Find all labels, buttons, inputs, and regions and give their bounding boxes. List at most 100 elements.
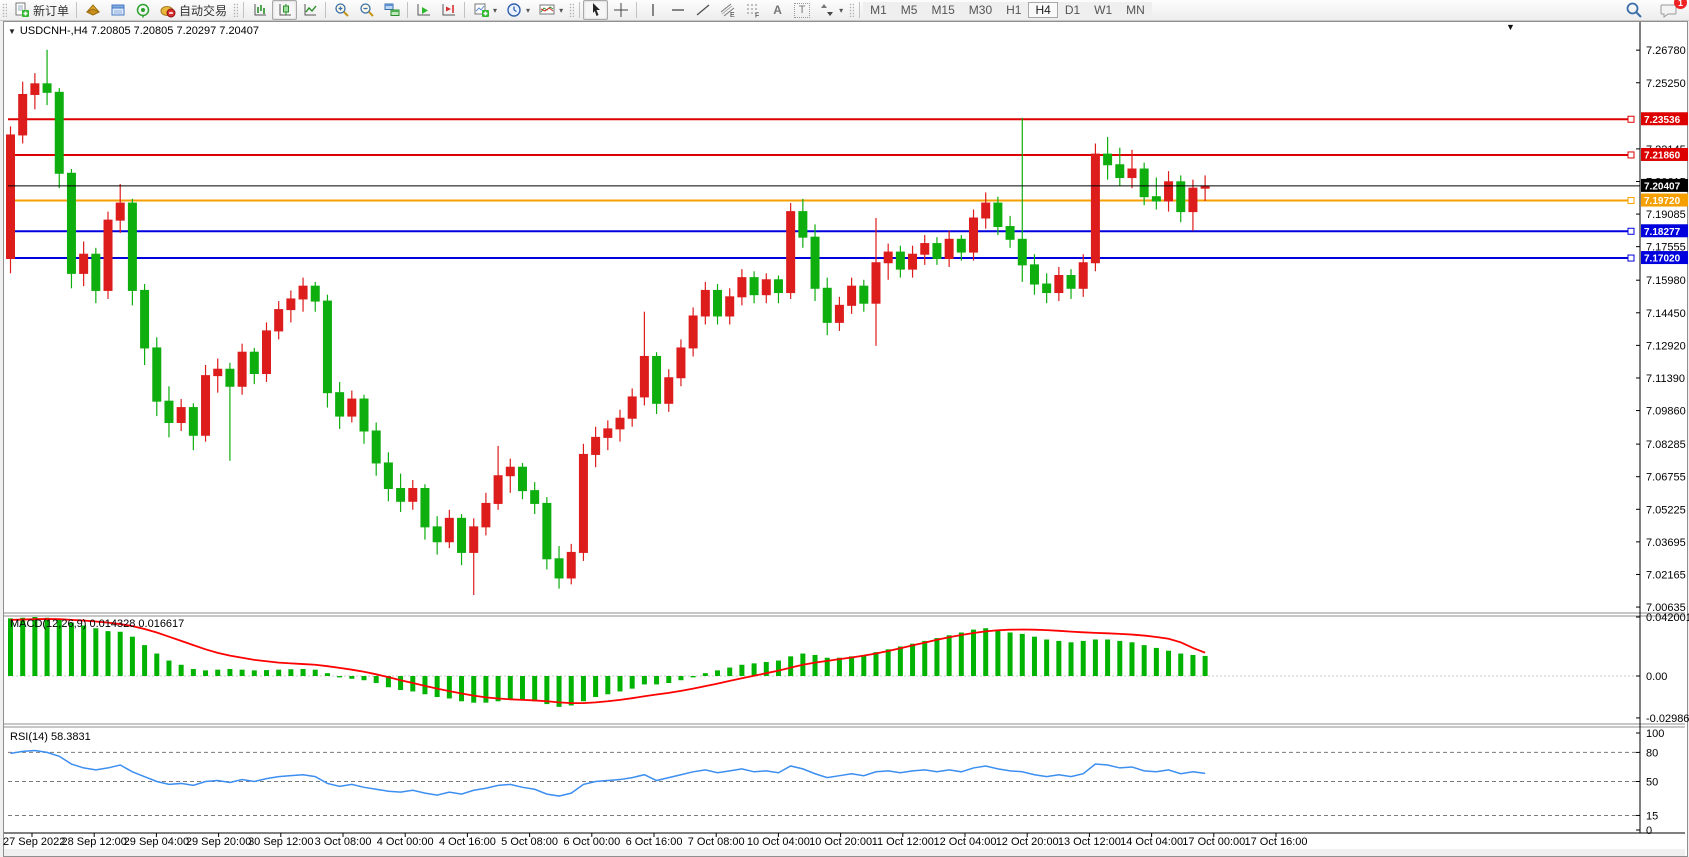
- svg-text:7.03695: 7.03695: [1646, 537, 1686, 549]
- fibonacci-tool-button[interactable]: F: [740, 0, 765, 20]
- text-label-tool-button[interactable]: T: [790, 1, 814, 20]
- zoom-out-icon: [358, 2, 375, 18]
- svg-text:11 Oct 12:00: 11 Oct 12:00: [872, 836, 934, 848]
- svg-text:-0.029864: -0.029864: [1646, 713, 1689, 725]
- timeframe-w1-button[interactable]: W1: [1087, 2, 1119, 18]
- cursor-button[interactable]: [583, 0, 608, 20]
- svg-text:50: 50: [1646, 777, 1658, 789]
- chart-canvas[interactable]: 7.267807.252507.221457.206157.190857.175…: [0, 0, 1689, 857]
- toolbar-grip[interactable]: [233, 3, 238, 17]
- svg-text:7.06755: 7.06755: [1646, 472, 1686, 484]
- svg-text:7.09860: 7.09860: [1646, 406, 1686, 418]
- timeframe-h4-button[interactable]: H4: [1028, 2, 1057, 18]
- candlestick-chart-button[interactable]: [272, 0, 297, 20]
- svg-text:10 Oct 20:00: 10 Oct 20:00: [809, 836, 872, 848]
- new-order-label: 新订单: [33, 2, 69, 19]
- toolbar-separator: [464, 2, 465, 18]
- zoom-out-button[interactable]: [354, 0, 379, 20]
- periods-button[interactable]: ▾: [501, 0, 534, 20]
- toolbar-grip[interactable]: [569, 3, 574, 17]
- svg-text:6 Oct 16:00: 6 Oct 16:00: [626, 836, 683, 848]
- data-window-icon: [109, 2, 126, 18]
- timeframe-m1-button[interactable]: M1: [863, 2, 894, 18]
- svg-text:0.042001: 0.042001: [1646, 612, 1689, 624]
- toolbar-grip[interactable]: [2, 3, 7, 17]
- crosshair-icon: [612, 2, 629, 18]
- svg-text:80: 80: [1646, 747, 1658, 759]
- svg-text:7.19720: 7.19720: [1644, 196, 1681, 207]
- svg-text:7.26780: 7.26780: [1646, 45, 1686, 57]
- toolbar-separator: [859, 2, 860, 18]
- timeframe-d1-button[interactable]: D1: [1058, 2, 1087, 18]
- channel-tag: E: [730, 12, 735, 18]
- zoom-in-button[interactable]: [329, 0, 354, 20]
- line-chart-icon: [301, 2, 318, 18]
- indicators-button[interactable]: ▾: [534, 0, 567, 20]
- crosshair-button[interactable]: [608, 0, 633, 20]
- svg-text:13 Oct 12:00: 13 Oct 12:00: [1058, 836, 1121, 848]
- vertical-line-icon: [644, 2, 661, 18]
- equidistant-channel-tool-button[interactable]: E: [715, 0, 740, 20]
- text-tool-button[interactable]: A: [765, 0, 790, 20]
- chevron-down-icon: ▾: [559, 6, 563, 15]
- one-click-trading-arrow-icon[interactable]: ▼: [8, 27, 16, 36]
- search-button[interactable]: [1621, 0, 1646, 20]
- chevron-down-icon: ▾: [526, 6, 530, 15]
- bar-chart-button[interactable]: [247, 0, 272, 20]
- svg-text:6 Oct 00:00: 6 Oct 00:00: [563, 836, 620, 848]
- svg-text:7.18277: 7.18277: [1644, 227, 1681, 238]
- auto-scroll-button[interactable]: [411, 0, 436, 20]
- chart-shift-button[interactable]: [436, 0, 461, 20]
- trendline-icon: [694, 2, 711, 18]
- chart-shift-marker-icon[interactable]: ▼: [1506, 22, 1515, 32]
- tile-windows-button[interactable]: [379, 0, 404, 20]
- chart-title-bar: ▼ USDCNH-,H4 7.20805 7.20805 7.20297 7.2…: [8, 25, 259, 37]
- svg-text:10 Oct 04:00: 10 Oct 04:00: [747, 836, 810, 848]
- svg-text:7.17020: 7.17020: [1644, 254, 1681, 265]
- navigator-button[interactable]: [130, 0, 155, 20]
- market-watch-button[interactable]: [80, 0, 105, 20]
- svg-text:3 Oct 08:00: 3 Oct 08:00: [315, 836, 372, 848]
- toolbar-separator: [636, 2, 637, 18]
- chevron-down-icon: ▾: [839, 6, 843, 15]
- timeframe-m30-button[interactable]: M30: [962, 2, 999, 18]
- timeframe-h1-button[interactable]: H1: [999, 2, 1028, 18]
- indicators-icon: [538, 2, 555, 18]
- svg-text:7.23536: 7.23536: [1644, 115, 1681, 126]
- navigator-icon: [134, 2, 151, 18]
- bar-chart-icon: [251, 2, 268, 18]
- search-icon: [1625, 2, 1642, 18]
- svg-text:30 Sep 12:00: 30 Sep 12:00: [248, 836, 313, 848]
- new-chart-button[interactable]: ▾: [468, 0, 501, 20]
- new-order-button[interactable]: 新订单: [9, 0, 73, 21]
- horizontal-line-tool-button[interactable]: [665, 0, 690, 20]
- autotrading-button[interactable]: 自动交易: [155, 0, 231, 21]
- zoom-in-icon: [333, 2, 350, 18]
- timeframe-m15-button[interactable]: M15: [924, 2, 961, 18]
- notification-badge: 1: [1674, 0, 1687, 9]
- svg-text:0.00: 0.00: [1646, 671, 1667, 683]
- toolbar-grip[interactable]: [849, 3, 854, 17]
- rsi-indicator-label: RSI(14) 58.3831: [10, 731, 91, 743]
- svg-text:17 Oct 00:00: 17 Oct 00:00: [1182, 836, 1245, 848]
- text-tool-icon: A: [769, 2, 786, 18]
- clock-icon: [505, 2, 522, 18]
- svg-text:7.11390: 7.11390: [1646, 373, 1685, 385]
- svg-text:7.08285: 7.08285: [1646, 439, 1686, 451]
- data-window-button[interactable]: [105, 0, 130, 20]
- timeframe-m5-button[interactable]: M5: [894, 2, 925, 18]
- svg-text:7.02165: 7.02165: [1646, 569, 1686, 581]
- chart-title: USDCNH-,H4 7.20805 7.20805 7.20297 7.204…: [20, 25, 259, 37]
- svg-text:28 Sep 12:00: 28 Sep 12:00: [61, 836, 126, 848]
- notifications-button[interactable]: 1: [1656, 0, 1681, 20]
- toolbar-separator: [325, 2, 326, 18]
- arrows-tool-button[interactable]: ▾: [814, 0, 847, 20]
- svg-text:7.15980: 7.15980: [1646, 275, 1686, 287]
- trendline-tool-button[interactable]: [690, 0, 715, 20]
- vertical-line-tool-button[interactable]: [640, 0, 665, 20]
- candlestick-chart-icon: [276, 2, 293, 18]
- timeframe-mn-button[interactable]: MN: [1119, 2, 1152, 18]
- svg-text:27 Sep 2022: 27 Sep 2022: [3, 836, 65, 848]
- svg-text:4 Oct 00:00: 4 Oct 00:00: [377, 836, 434, 848]
- line-chart-button[interactable]: [297, 0, 322, 20]
